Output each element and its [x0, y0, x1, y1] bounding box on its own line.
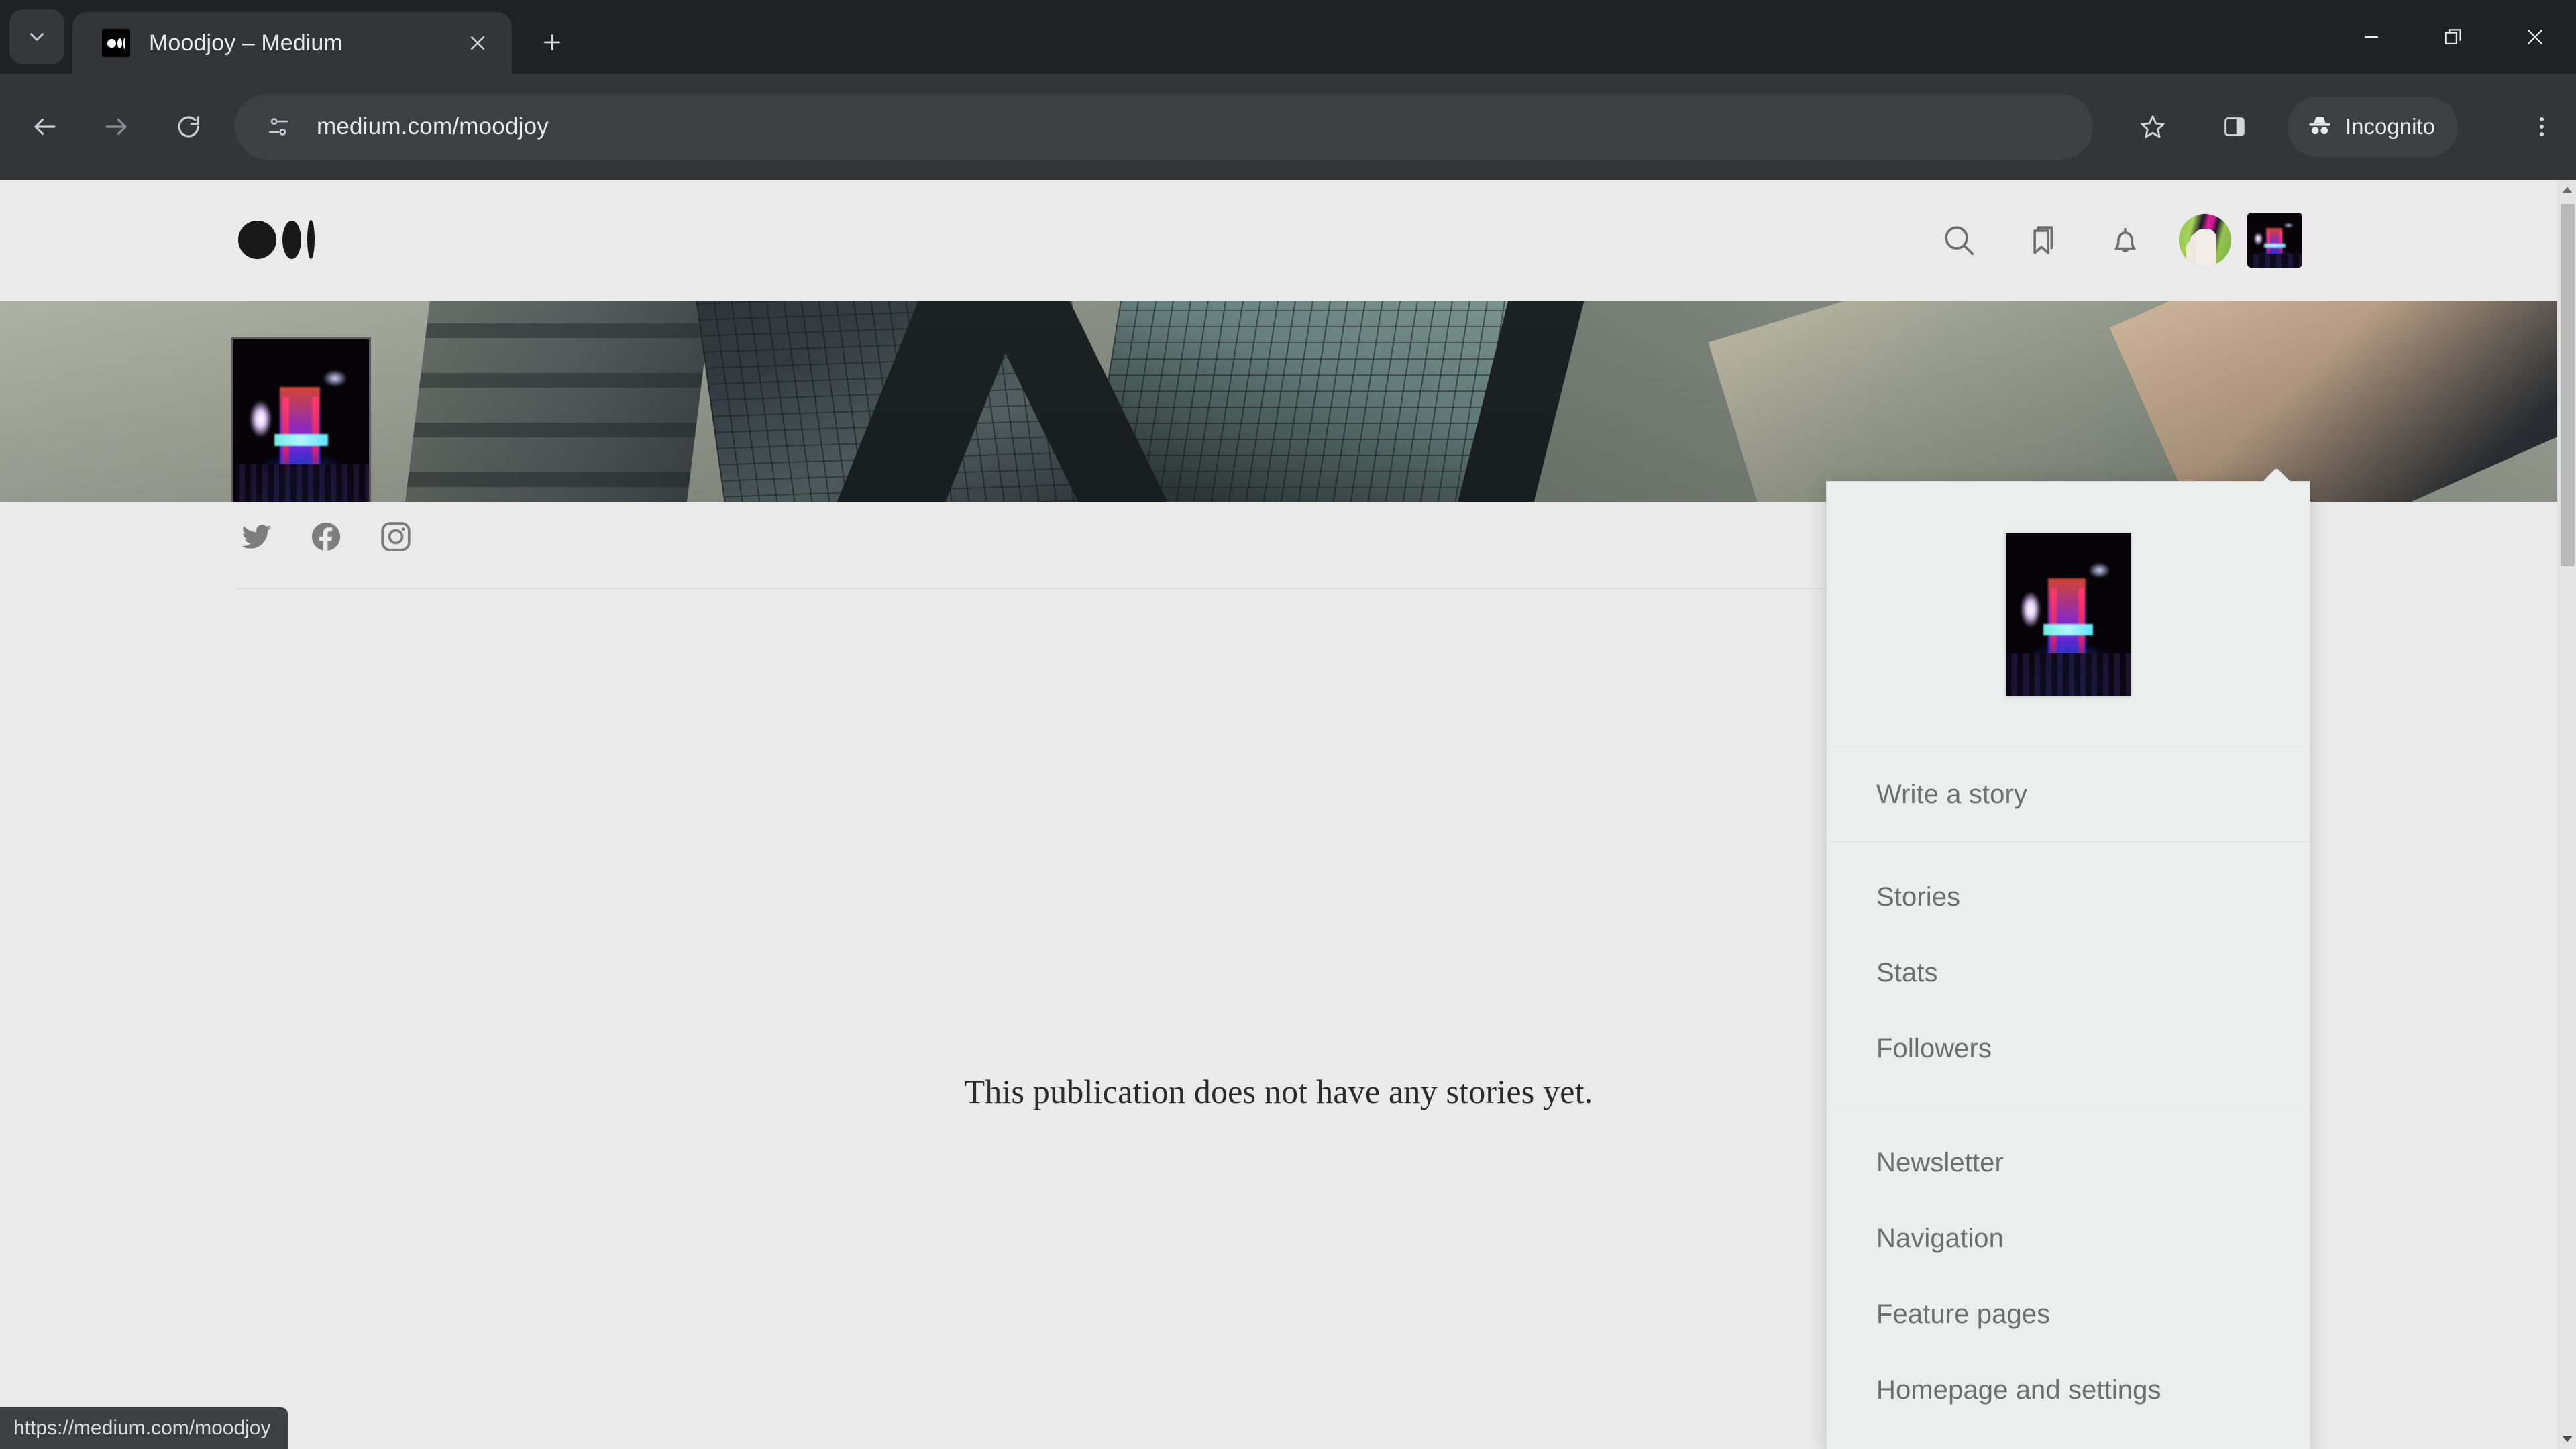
tab-close-button[interactable] — [461, 26, 494, 60]
menu-item-feature-pages[interactable]: Feature pages — [1827, 1277, 2310, 1352]
menu-section-write: Write a story — [1827, 747, 2310, 841]
medium-favicon — [102, 29, 130, 57]
tab-title: Moodjoy – Medium — [149, 30, 343, 56]
tab-search-button[interactable] — [9, 9, 64, 64]
notifications-bell-icon[interactable] — [2084, 199, 2167, 282]
medium-logo[interactable] — [238, 218, 315, 261]
menu-item-stats[interactable]: Stats — [1827, 935, 2310, 1011]
publication-hero-banner — [0, 301, 2557, 502]
side-panel-icon[interactable] — [2207, 99, 2262, 154]
star-icon[interactable] — [2125, 99, 2180, 154]
dropdown-avatar-section — [1827, 482, 2310, 747]
back-button[interactable] — [17, 99, 72, 154]
menu-item-stories[interactable]: Stories — [1827, 859, 2310, 935]
browser-toolbar: medium.com/moodjoy Incognito — [0, 74, 2576, 180]
search-icon[interactable] — [1917, 199, 2000, 282]
menu-section-settings: Newsletter Navigation Feature pages Home… — [1827, 1106, 2310, 1446]
browser-tab[interactable]: Moodjoy – Medium — [72, 12, 512, 74]
scroll-down-arrow[interactable] — [2558, 1429, 2576, 1449]
page-scrollbar[interactable] — [2557, 180, 2576, 1449]
chevron-down-icon — [25, 25, 48, 48]
menu-section-publication: Stories Stats Followers — [1827, 842, 2310, 1106]
dropdown-publication-avatar[interactable] — [2006, 533, 2131, 696]
menu-item-navigation[interactable]: Navigation — [1827, 1201, 2310, 1277]
status-bubble-url: https://medium.com/moodjoy — [13, 1417, 271, 1439]
three-dot-menu-icon[interactable] — [2514, 99, 2569, 154]
divider — [236, 588, 1853, 589]
page-viewport: This publication does not have any stori… — [0, 180, 2576, 1449]
new-tab-button[interactable] — [530, 20, 574, 64]
reload-button[interactable] — [161, 99, 216, 154]
address-bar-text[interactable]: medium.com/moodjoy — [317, 113, 549, 140]
tab-strip: Moodjoy – Medium — [0, 0, 2576, 74]
site-header-actions — [1917, 180, 2302, 301]
incognito-label: Incognito — [2345, 114, 2435, 139]
menu-item-write-a-story[interactable]: Write a story — [1827, 747, 2310, 841]
hand-cursor-graphic — [2186, 229, 2216, 266]
instagram-icon[interactable] — [376, 517, 416, 557]
menu-item-newsletter[interactable]: Newsletter — [1827, 1125, 2310, 1201]
publication-avatar[interactable] — [2247, 213, 2302, 268]
address-bar[interactable]: medium.com/moodjoy — [235, 94, 2093, 160]
browser-window: Moodjoy – Medium medium.com/moodjoy Inco… — [0, 0, 2576, 1449]
social-links — [236, 517, 416, 557]
window-close-button[interactable] — [2494, 0, 2576, 74]
scrollbar-thumb[interactable] — [2561, 204, 2575, 566]
forward-button[interactable] — [89, 99, 144, 154]
dropdown-caret-icon — [2264, 469, 2290, 482]
window-minimize-button[interactable] — [2330, 0, 2412, 74]
menu-item-homepage-and-settings[interactable]: Homepage and settings — [1827, 1352, 2310, 1428]
account-dropdown-menu: Write a story Stories Stats Followers Ne… — [1826, 481, 2310, 1449]
user-avatar[interactable] — [2179, 214, 2231, 266]
window-restore-button[interactable] — [2412, 0, 2494, 74]
incognito-icon — [2305, 111, 2334, 144]
scroll-up-arrow[interactable] — [2558, 180, 2576, 200]
site-settings-icon[interactable] — [255, 103, 302, 150]
status-bubble: https://medium.com/moodjoy — [0, 1407, 288, 1449]
facebook-icon[interactable] — [306, 517, 346, 557]
bookmark-icon[interactable] — [2000, 199, 2084, 282]
medium-site-header — [0, 180, 2557, 301]
empty-state-text: This publication does not have any stori… — [964, 1073, 1593, 1110]
twitter-icon[interactable] — [236, 517, 276, 557]
menu-item-followers[interactable]: Followers — [1827, 1011, 2310, 1087]
publication-hero-logo[interactable] — [231, 337, 371, 502]
incognito-indicator[interactable]: Incognito — [2288, 97, 2458, 157]
